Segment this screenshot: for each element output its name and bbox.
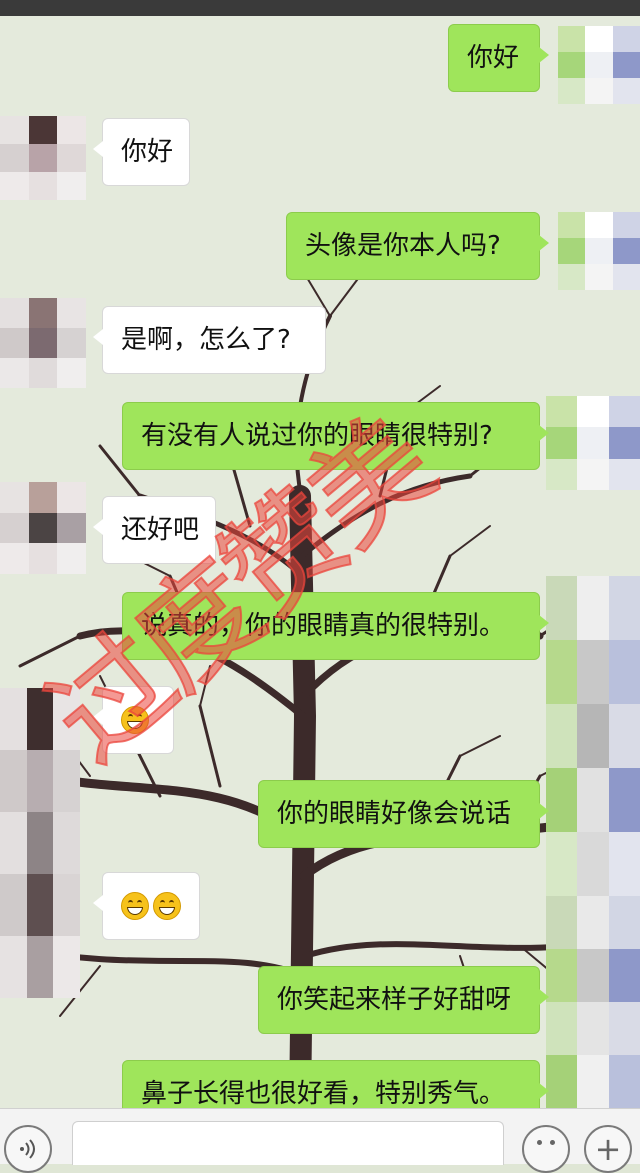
chat-area[interactable]: 你好 你好 头像是你本人吗? 是啊，怎么了? 有没有人说过你的眼睛很特别? 还好… <box>0 16 640 1108</box>
message-bubble-sent[interactable]: 你笑起来样子好甜呀 <box>258 966 549 1034</box>
grin-emoji-icon <box>121 706 149 734</box>
voice-icon[interactable] <box>4 1125 52 1173</box>
message-bubble-sent[interactable]: 有没有人说过你的眼睛很特别? <box>122 402 549 470</box>
voice-wave-icon <box>20 1139 35 1159</box>
input-bar: + <box>0 1108 640 1173</box>
emoji-icon[interactable] <box>522 1125 570 1173</box>
grin-emoji-icon <box>121 892 149 920</box>
contact-avatar[interactable] <box>0 298 86 388</box>
plus-icon[interactable]: + <box>584 1125 632 1173</box>
message-bubble-sent[interactable]: 头像是你本人吗? <box>286 212 549 280</box>
message-text: 头像是你本人吗? <box>305 231 501 261</box>
message-input[interactable] <box>72 1121 504 1165</box>
my-avatar[interactable] <box>546 896 640 1108</box>
message-text: 是啊，怎么了? <box>121 325 291 355</box>
message-bubble-sent[interactable]: 你好 <box>448 24 549 92</box>
message-bubble-sent[interactable]: 你的眼睛好像会说话 <box>258 780 549 848</box>
my-avatar[interactable] <box>558 212 640 290</box>
message-text: 你笑起来样子好甜呀 <box>277 985 512 1015</box>
contact-avatar[interactable] <box>0 482 86 574</box>
message-text: 说真的，你的眼睛真的很特别。 <box>141 611 506 641</box>
grin-emoji-icon <box>153 892 181 920</box>
message-text: 还好吧 <box>121 515 200 545</box>
message-text: 鼻子长得也很好看，特别秀气。 <box>141 1079 506 1108</box>
message-text: 有没有人说过你的眼睛很特别? <box>141 421 493 451</box>
message-text: 你的眼睛好像会说话 <box>277 799 512 829</box>
message-bubble-received[interactable]: 是啊，怎么了? <box>93 306 326 374</box>
message-bubble-sent[interactable]: 说真的，你的眼睛真的很特别。 <box>122 592 549 660</box>
message-text: 你好 <box>467 43 520 73</box>
message-bubble-received[interactable] <box>93 686 174 754</box>
status-bar <box>0 0 640 16</box>
my-avatar[interactable] <box>546 396 640 490</box>
contact-avatar[interactable] <box>0 116 86 200</box>
message-text: 你好 <box>121 137 174 167</box>
message-bubble-sent[interactable]: 鼻子长得也很好看，特别秀气。 <box>122 1060 549 1108</box>
message-bubble-received[interactable] <box>93 872 200 940</box>
my-avatar[interactable] <box>546 576 640 896</box>
message-bubble-received[interactable]: 还好吧 <box>93 496 216 564</box>
message-bubble-received[interactable]: 你好 <box>93 118 190 186</box>
my-avatar[interactable] <box>558 26 640 104</box>
contact-avatar[interactable] <box>0 688 80 998</box>
